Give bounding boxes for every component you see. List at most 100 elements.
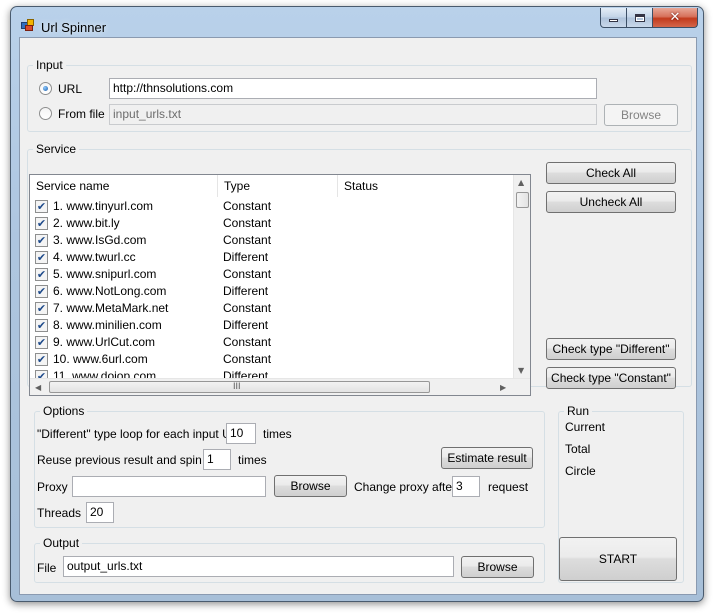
change-proxy-label: Change proxy after [354,480,457,494]
reuse-count-input[interactable]: 1 [203,449,231,470]
app-icon [21,19,35,32]
input-file-field[interactable]: input_urls.txt [109,104,597,125]
uncheck-all-button[interactable]: Uncheck All [546,191,676,213]
service-type: Different [223,250,269,264]
loop-count-input[interactable]: 10 [226,423,256,444]
column-service-name[interactable]: Service name [30,175,218,197]
total-label: Total [565,442,591,456]
row-checkbox[interactable]: ✔ [35,285,48,298]
input-group-title: Input [33,58,66,72]
loop-label: "Different" type loop for each input URL [37,427,247,441]
column-type[interactable]: Type [218,175,338,197]
options-group-title: Options [40,404,88,418]
url-input[interactable]: http://thnsolutions.com [109,78,597,99]
app-window: Url Spinner ✕ Input URL http://thnsoluti… [10,6,704,602]
service-name: 1. www.tinyurl.com [53,199,154,213]
caption-buttons: ✕ [600,8,698,28]
scroll-right-icon[interactable]: ▶ [500,383,506,392]
minimize-button[interactable] [600,8,627,28]
service-type: Different [223,318,269,332]
window-title: Url Spinner [41,20,107,35]
run-group: Run Current Total Circle START [558,404,684,583]
reuse-label: Reuse previous result and spin in [37,453,215,467]
change-proxy-input[interactable]: 3 [452,476,480,497]
row-checkbox[interactable]: ✔ [35,353,48,366]
threads-input[interactable]: 20 [86,502,114,523]
list-item[interactable]: ✔ 4. www.twurl.cc Different [30,249,512,266]
check-type-different-button[interactable]: Check type "Different" [546,338,676,360]
service-name: 3. www.IsGd.com [53,233,147,247]
from-file-radio[interactable] [39,107,52,120]
client-area: Input URL http://thnsolutions.com From f… [19,37,697,595]
list-item[interactable]: ✔ 10. www.6url.com Constant [30,351,512,368]
scroll-grip: III [233,381,241,391]
row-checkbox[interactable]: ✔ [35,319,48,332]
service-list[interactable]: Service name Type Status ✔ 1. www.tinyur… [29,174,531,396]
scroll-left-icon[interactable]: ◀ [35,383,41,392]
list-item[interactable]: ✔ 9. www.UrlCut.com Constant [30,334,512,351]
proxy-input[interactable] [72,476,266,497]
horizontal-scrollbar[interactable]: ◀ III ▶ [30,378,530,395]
output-browse-button[interactable]: Browse [461,556,534,578]
input-group: Input URL http://thnsolutions.com From f… [27,58,692,132]
service-name: 7. www.MetaMark.net [53,301,169,315]
service-name: 4. www.twurl.cc [53,250,136,264]
maximize-icon [634,13,645,22]
row-checkbox[interactable]: ✔ [35,200,48,213]
start-button[interactable]: START [559,537,677,581]
threads-label: Threads [37,506,82,520]
minimize-icon [609,19,618,22]
service-group-title: Service [33,142,80,156]
row-checkbox[interactable]: ✔ [35,234,48,247]
check-all-button[interactable]: Check All [546,162,676,184]
change-proxy-unit-label: request [488,480,529,494]
row-checkbox[interactable]: ✔ [35,268,48,281]
vertical-scroll-thumb[interactable] [516,192,529,208]
url-radio-label: URL [58,82,83,96]
vertical-scrollbar[interactable]: ▲ ▼ [513,175,530,380]
list-item[interactable]: ✔ 8. www.minilien.com Different [30,317,512,334]
output-group: Output File output_urls.txt Browse [34,536,545,583]
service-type: Constant [223,216,272,230]
input-browse-button[interactable]: Browse [604,104,678,126]
service-name: 8. www.minilien.com [53,318,162,332]
list-item[interactable]: ✔ 2. www.bit.ly Constant [30,215,512,232]
list-item[interactable]: ✔ 6. www.NotLong.com Different [30,283,512,300]
options-group: Options "Different" type loop for each i… [34,404,545,528]
current-label: Current [565,420,606,434]
list-item[interactable]: ✔ 1. www.tinyurl.com Constant [30,198,512,215]
title-bar[interactable]: Url Spinner ✕ [11,7,703,37]
estimate-result-button[interactable]: Estimate result [441,447,533,469]
proxy-browse-button[interactable]: Browse [274,475,347,497]
list-item[interactable]: ✔ 7. www.MetaMark.net Constant [30,300,512,317]
column-status[interactable]: Status [338,175,512,197]
output-file-input[interactable]: output_urls.txt [63,556,454,577]
service-name: 10. www.6url.com [53,352,148,366]
service-name: 2. www.bit.ly [53,216,120,230]
service-name: 6. www.NotLong.com [53,284,167,298]
row-checkbox[interactable]: ✔ [35,251,48,264]
reuse-unit-label: times [238,453,267,467]
scroll-up-icon[interactable]: ▲ [518,178,524,187]
url-radio[interactable] [39,82,52,95]
loop-unit-label: times [263,427,292,441]
circle-label: Circle [565,464,596,478]
service-type: Constant [223,199,272,213]
service-type: Different [223,284,269,298]
scroll-down-icon[interactable]: ▼ [518,366,524,375]
service-type: Constant [223,335,272,349]
check-type-constant-button[interactable]: Check type "Constant" [546,367,676,389]
row-checkbox[interactable]: ✔ [35,336,48,349]
list-item[interactable]: ✔ 3. www.IsGd.com Constant [30,232,512,249]
service-type: Constant [223,352,272,366]
proxy-label: Proxy [37,480,68,494]
maximize-button[interactable] [627,8,653,28]
row-checkbox[interactable]: ✔ [35,217,48,230]
output-group-title: Output [40,536,83,550]
close-button[interactable]: ✕ [653,8,698,28]
horizontal-scroll-thumb[interactable]: III [49,381,430,393]
row-checkbox[interactable]: ✔ [35,302,48,315]
service-name: 5. www.snipurl.com [53,267,157,281]
service-name: 9. www.UrlCut.com [53,335,156,349]
list-item[interactable]: ✔ 5. www.snipurl.com Constant [30,266,512,283]
